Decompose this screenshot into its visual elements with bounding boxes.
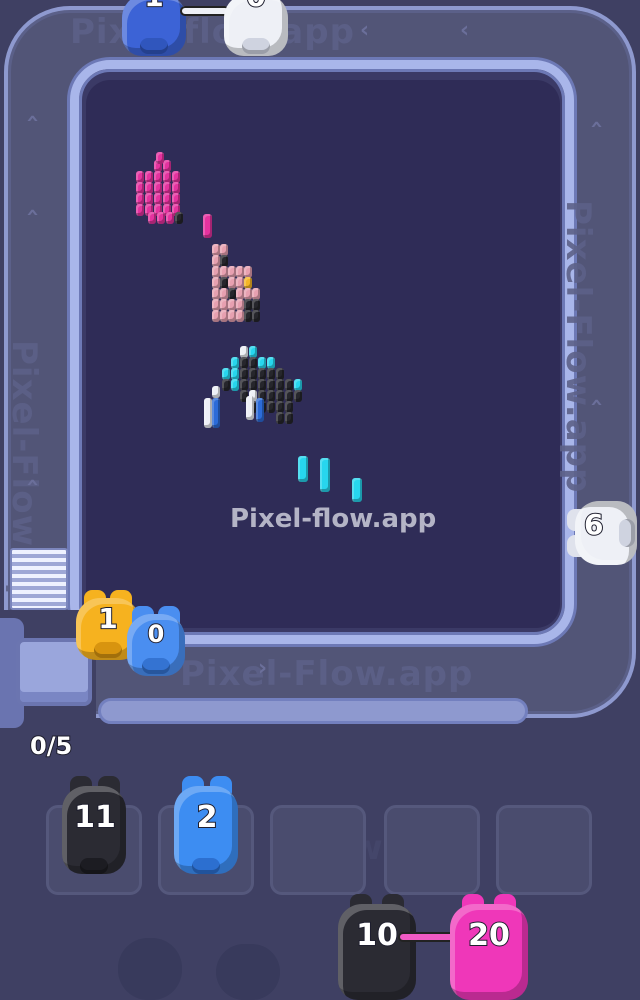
pixel-block	[204, 398, 212, 428]
pig-lightblue-conveyor[interactable]: 0	[124, 606, 188, 680]
pixel-block	[352, 478, 362, 502]
watermark: Pixel-flow.app	[230, 504, 437, 534]
pig-white-right[interactable]	[567, 497, 640, 569]
pixel-block	[212, 398, 220, 428]
pixel-block	[256, 398, 264, 422]
game-stage: Pixel-flow.app Pixel-Flow.app Pixel-Flow…	[0, 0, 640, 1000]
pig-count: 0	[220, 0, 292, 14]
slot-pig-blue[interactable]: 2	[170, 776, 244, 876]
pig-snout	[80, 858, 108, 874]
pixel-block	[157, 212, 165, 224]
pixel-block	[267, 401, 275, 413]
pixel-block	[203, 214, 212, 238]
pig-white-top[interactable]: 0	[220, 0, 292, 60]
pixel-block	[228, 310, 236, 322]
pig-snout	[619, 519, 635, 547]
pixel-block	[294, 390, 302, 402]
pixel-block	[222, 379, 230, 391]
pixel-block	[298, 456, 308, 482]
pig-count: 6	[583, 507, 605, 542]
pig-count: 0	[147, 619, 166, 649]
pixel-block	[236, 310, 244, 322]
pixel-block	[320, 458, 330, 492]
pig-snout	[242, 38, 270, 54]
pig-snout	[140, 38, 168, 54]
pig-count: 20	[467, 917, 511, 954]
queue-shadow	[216, 944, 280, 1000]
pig-snout	[142, 658, 170, 674]
queue-slot-4[interactable]	[384, 805, 480, 895]
pixel-block	[148, 212, 156, 224]
queue-slot-5[interactable]	[496, 805, 592, 895]
pig-count: 11	[73, 799, 117, 836]
pixel-block	[244, 310, 252, 322]
pixel-block	[212, 386, 220, 398]
pig-count: 2	[196, 799, 219, 836]
queue-shadow	[118, 938, 182, 1000]
pig-snout	[192, 858, 220, 874]
pixel-block	[246, 396, 254, 420]
pixel-block	[231, 379, 239, 391]
pixel-block	[136, 204, 144, 216]
pixel-block	[276, 412, 284, 424]
pixel-block	[175, 212, 183, 224]
queue-slot-3[interactable]	[270, 805, 366, 895]
pixel-block	[212, 310, 220, 322]
pixel-block	[156, 152, 164, 164]
pixel-block	[285, 412, 293, 424]
pixel-block	[220, 310, 228, 322]
pixel-block	[166, 212, 174, 224]
pig-snout	[94, 642, 122, 658]
queue-pig-black[interactable]: 10	[334, 894, 420, 1000]
slot-counter: 0/5	[29, 731, 73, 761]
pixel-block	[252, 310, 260, 322]
slot-pig-black[interactable]: 11	[58, 776, 132, 876]
queue-pig-magenta[interactable]: 20	[446, 894, 532, 1000]
